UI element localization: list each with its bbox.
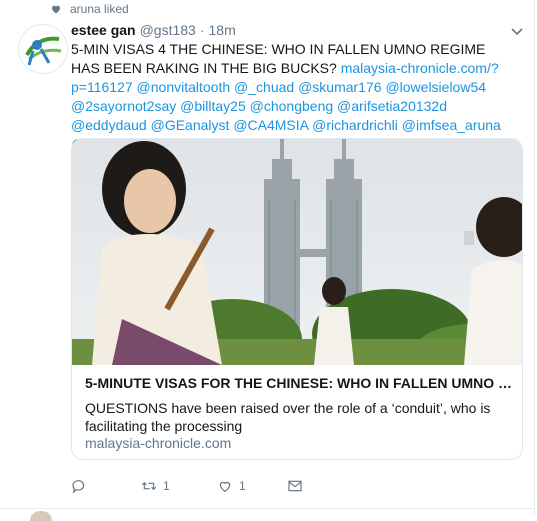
retweet-icon xyxy=(141,481,157,491)
user-name[interactable]: estee gan xyxy=(71,22,136,38)
mention-link[interactable]: @_chuad xyxy=(234,79,294,95)
card-domain: malaysia-chronicle.com xyxy=(85,435,232,451)
mention-link[interactable]: @lowelsielow54 xyxy=(385,79,486,95)
like-count: 1 xyxy=(239,479,246,493)
retweet-button[interactable]: 1 xyxy=(141,478,217,494)
timestamp[interactable]: 18m xyxy=(209,22,236,38)
timeline-border xyxy=(534,0,535,516)
avatar[interactable] xyxy=(18,24,68,74)
social-context-label: aruna liked xyxy=(70,2,129,16)
mention-link[interactable]: @imfsea_aruna xyxy=(402,117,501,133)
mention-link[interactable]: @arifsetia20132d xyxy=(337,98,447,114)
card-image xyxy=(72,139,522,365)
tweet-header: estee gan @gst183 · 18m xyxy=(71,22,236,38)
mention-link[interactable]: @eddydaud xyxy=(71,117,147,133)
next-tweet-avatar xyxy=(30,511,52,521)
tweet-actions: 1 1 xyxy=(71,478,303,494)
like-button[interactable]: 1 xyxy=(217,478,287,494)
card-description: QUESTIONS have been raised over the role… xyxy=(85,400,491,434)
tweet-divider xyxy=(0,508,534,509)
mention-link[interactable]: @nonvitaltooth xyxy=(137,79,231,95)
like-icon xyxy=(219,481,231,493)
mention-link[interactable]: @CA4MSIA xyxy=(233,117,308,133)
heart-icon xyxy=(52,5,60,14)
mention-link[interactable]: @richardrichli xyxy=(312,117,398,133)
tweet-text: 5-MIN VISAS 4 THE CHINESE: WHO IN FALLEN… xyxy=(71,40,511,154)
user-handle[interactable]: @gst183 xyxy=(140,22,196,38)
mention-link[interactable]: @2sayornot2say xyxy=(71,98,176,114)
mention-link[interactable]: @GEanalyst xyxy=(151,117,230,133)
mention-link[interactable]: @chongbeng xyxy=(250,98,334,114)
card-title[interactable]: 5-MINUTE VISAS FOR THE CHINESE: WHO IN F… xyxy=(85,375,515,391)
message-icon xyxy=(288,480,302,492)
reply-icon xyxy=(72,480,85,494)
mention-link[interactable]: @skumar176 xyxy=(298,79,381,95)
avatar-logo xyxy=(19,25,67,73)
reply-button[interactable] xyxy=(71,478,141,494)
mention-link[interactable]: @billtay25 xyxy=(180,98,246,114)
social-context: aruna liked xyxy=(50,2,129,16)
caret-down-icon[interactable] xyxy=(511,28,523,36)
message-button[interactable] xyxy=(287,478,303,494)
separator-dot: · xyxy=(199,22,205,38)
link-card[interactable]: 5-MINUTE VISAS FOR THE CHINESE: WHO IN F… xyxy=(71,138,523,460)
retweet-count: 1 xyxy=(163,479,170,493)
